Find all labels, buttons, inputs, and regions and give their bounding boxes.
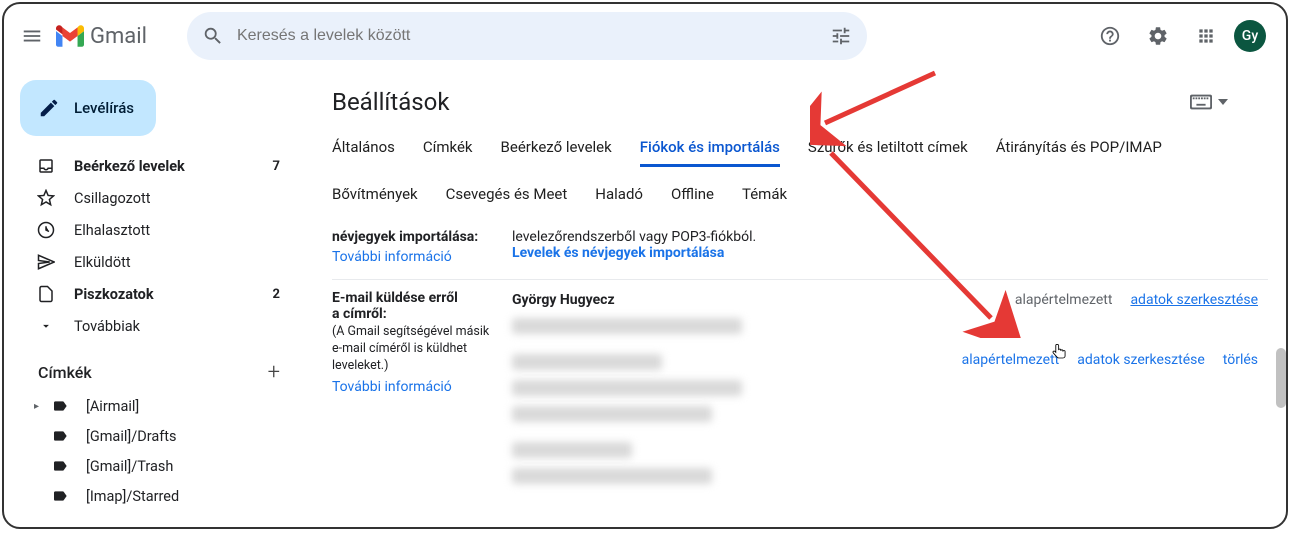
settings-tab[interactable]: Csevegés és Meet [446,185,568,211]
send-icon [36,253,56,271]
apps-button[interactable] [1186,16,1226,56]
sendas-account-row: alapértelmezett adatok szerkesztése törl… [512,350,1268,428]
compose-button[interactable]: Levélírás [20,80,156,136]
sendas-head1: E-mail küldése erről [332,290,502,306]
label-icon [50,398,70,414]
gear-icon [1147,25,1169,47]
chev-down-icon [36,319,56,333]
avatar-initials: Gy [1242,28,1258,44]
delete-link[interactable]: törlés [1223,352,1258,368]
label-icon [50,488,70,504]
settings-tab[interactable]: Általános [332,138,395,167]
main-panel: Beállítások Általános Címkék Beérkező leve… [304,68,1286,527]
settings-tab[interactable]: Beérkező levelek [501,138,612,167]
apps-icon [1196,26,1216,46]
star-icon [36,189,56,207]
create-label-button[interactable]: + [268,360,280,385]
page-title: Beállítások [332,88,450,116]
label-icon [50,428,70,444]
account-name: György Hugyecz [512,292,772,308]
label-icon [50,458,70,474]
settings-tab[interactable]: Szűrők és letiltott címek [808,138,968,167]
import-more-info[interactable]: További információ [332,249,452,265]
label-name: [Airmail] [86,398,139,415]
label-item[interactable]: [Gmail]/Trash [12,451,304,481]
sendas-account-row: György Hugyecz alapértelmezett adatok sz… [512,290,1268,340]
search-bar[interactable] [187,12,867,60]
import-head: névjegyek importálása: [332,229,502,245]
edit-info-link[interactable]: adatok szerkesztése [1130,292,1258,308]
search-button[interactable] [193,16,233,56]
nav-item-file[interactable]: Piszkozatok 2 [12,278,292,310]
search-icon [202,25,224,47]
clock-icon [36,221,56,239]
nav-label: Továbbiak [74,318,280,335]
main-menu-button[interactable] [12,16,52,56]
redacted-text [512,442,632,458]
sidebar: Levélírás Beérkező levelek 7 Csillagozot… [4,68,304,527]
nav-item-send[interactable]: Elküldött [12,246,292,278]
make-default-link[interactable]: alapértelmezett [962,352,1060,368]
support-button[interactable] [1090,16,1130,56]
settings-tab[interactable]: Címkék [423,138,473,167]
redacted-text [512,354,662,370]
settings-tab[interactable]: Haladó [595,185,643,211]
inbox-icon [36,157,56,175]
chevron-down-icon [1218,99,1228,105]
settings-button[interactable] [1138,16,1178,56]
nav-label: Csillagozott [74,190,280,207]
search-input[interactable] [233,27,821,45]
file-icon [36,285,56,303]
redacted-text [512,468,712,484]
labels-heading: Címkék [38,363,92,382]
sendas-head2: a címről: [332,306,502,322]
section-import-contacts: névjegyek importálása: További informáci… [332,219,1268,279]
account-avatar[interactable]: Gy [1234,20,1266,52]
label-item[interactable]: [Imap]/Starred [12,481,304,511]
sendas-sub: (A Gmail segítségével másik e-mail címér… [332,324,502,375]
label-item[interactable]: [Gmail]/Drafts [12,421,304,451]
gmail-m-icon [56,25,84,47]
import-desc: levelezőrendszerből vagy POP3-fiókból. [512,229,1268,245]
chevron-right-icon: ▸ [34,401,46,412]
nav-label: Elhalasztott [74,222,280,239]
search-options-button[interactable] [821,16,861,56]
gmail-logo[interactable]: Gmail [56,24,147,49]
nav-item-inbox[interactable]: Beérkező levelek 7 [12,150,292,182]
nav-item-clock[interactable]: Elhalasztott [12,214,292,246]
redacted-text [512,318,742,334]
import-action[interactable]: Levelek és névjegyek importálása [512,245,724,261]
label-name: [Gmail]/Drafts [86,428,177,445]
nav-label: Elküldött [74,254,280,271]
settings-tab[interactable]: Bővítmények [332,185,418,211]
nav-label: Beérkező levelek [74,158,273,175]
gmail-logo-text: Gmail [90,24,147,49]
edit-info-link[interactable]: adatok szerkesztése [1077,352,1205,368]
hamburger-icon [21,25,43,47]
sendas-more-info[interactable]: További információ [332,379,452,395]
redacted-text [512,380,742,396]
settings-tab[interactable]: Fiókok és importálás [640,138,780,167]
label-name: [Gmail]/Trash [86,458,173,475]
settings-tab[interactable]: Offline [671,185,714,211]
section-send-mail-as: E-mail küldése erről a címről: (A Gmail … [332,279,1268,504]
label-name: [Imap]/Starred [86,488,179,505]
keyboard-icon [1190,94,1212,110]
nav-count: 2 [273,287,280,302]
pencil-icon [38,97,60,119]
compose-label: Levélírás [74,99,134,117]
settings-tab[interactable]: Témák [742,185,787,211]
settings-tab[interactable]: Átirányítás és POP/IMAP [996,138,1162,167]
nav-count: 7 [273,159,280,174]
nav-item-chev-down[interactable]: Továbbiak [12,310,292,342]
label-item[interactable]: ▸ [Airmail] [12,391,304,421]
default-indicator: alapértelmezett [1015,292,1113,308]
nav-item-star[interactable]: Csillagozott [12,182,292,214]
redacted-text [512,406,712,422]
nav-label: Piszkozatok [74,286,273,303]
tune-icon [830,25,852,47]
input-tools-button[interactable] [1190,94,1228,110]
scrollbar-thumb[interactable] [1276,348,1286,408]
help-icon [1099,25,1121,47]
